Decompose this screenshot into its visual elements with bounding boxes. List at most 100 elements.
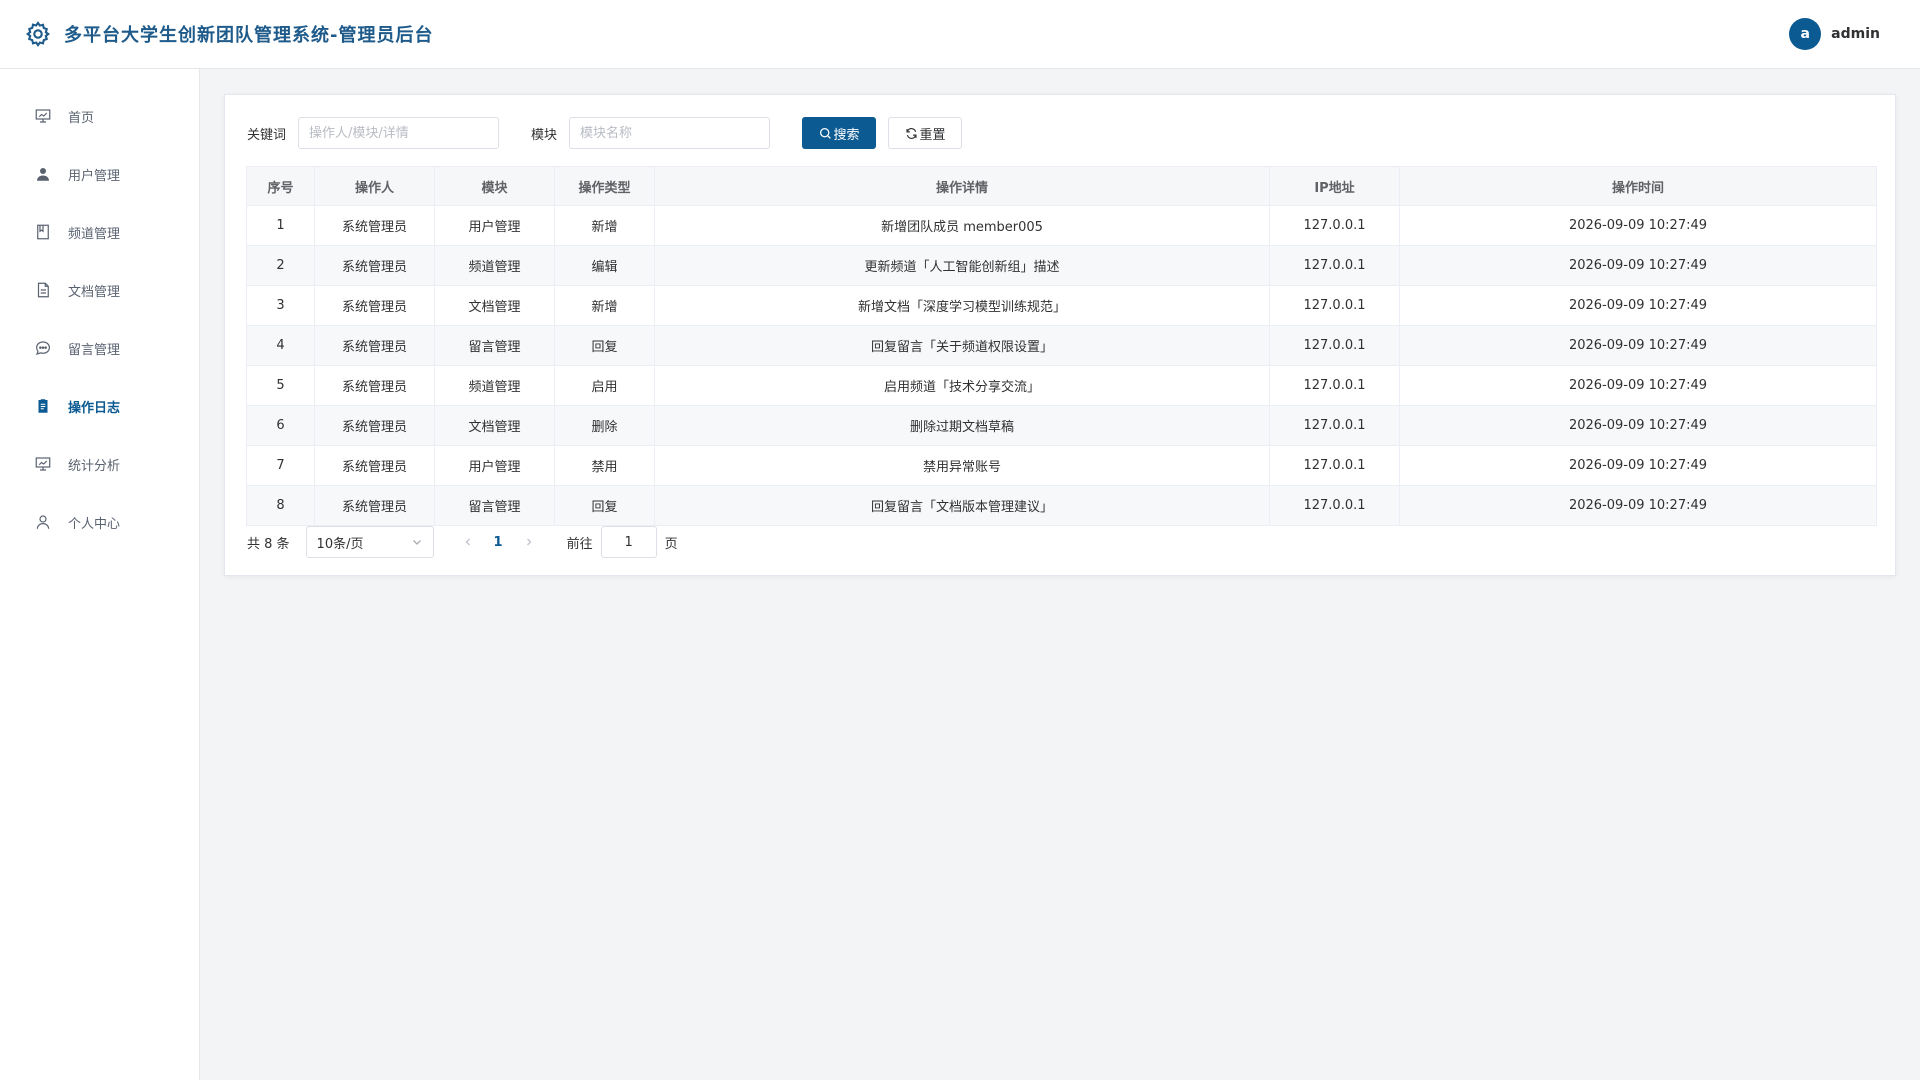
column-header-action-type[interactable]: 操作类型 — [554, 166, 655, 206]
cell-operator: 系统管理员 — [314, 445, 435, 486]
sidebar-item-label: 用户管理 — [68, 168, 121, 184]
table-row[interactable]: 6 系统管理员 文档管理 删除 删除过期文档草稿 127.0.0.1 2026-… — [246, 405, 1877, 446]
cell-operator: 系统管理员 — [314, 205, 435, 246]
sidebar-item-profile[interactable]: 个人中心 — [0, 493, 199, 551]
sidebar-item-label: 频道管理 — [68, 226, 121, 242]
column-header-module[interactable]: 模块 — [434, 166, 555, 206]
column-header-index[interactable]: 序号 — [246, 166, 315, 206]
cell-action-type: 禁用 — [554, 445, 655, 486]
cell-index: 8 — [246, 485, 315, 526]
table-row[interactable]: 3 系统管理员 文档管理 新增 新增文档「深度学习模型训练规范」 127.0.0… — [246, 285, 1877, 326]
search-button[interactable]: 搜索 — [802, 117, 877, 149]
cell-time: 2026-09-09 10:27:49 — [1399, 205, 1877, 246]
cell-index: 4 — [246, 325, 315, 366]
table-row[interactable]: 5 系统管理员 频道管理 启用 启用频道「技术分享交流」 127.0.0.1 2… — [246, 365, 1877, 406]
log-icon — [38, 399, 48, 413]
table-row[interactable]: 2 系统管理员 频道管理 编辑 更新频道「人工智能创新组」描述 127.0.0.… — [246, 245, 1877, 286]
module-label: 模块 — [531, 127, 558, 143]
cell-ip: 127.0.0.1 — [1269, 365, 1400, 406]
cell-operator: 系统管理员 — [314, 365, 435, 406]
cell-detail: 删除过期文档草稿 — [654, 405, 1270, 446]
cell-time: 2026-09-09 10:27:49 — [1399, 245, 1877, 286]
cell-index: 5 — [246, 365, 315, 406]
table-header-row: 序号 操作人 模块 操作类型 操作详情 IP地址 操作时间 — [246, 166, 1877, 206]
cell-action-type: 回复 — [554, 325, 655, 366]
document-icon — [37, 282, 49, 298]
cell-module: 留言管理 — [434, 485, 555, 526]
prev-page-button[interactable] — [460, 534, 476, 550]
avatar[interactable]: a — [1789, 18, 1822, 50]
reset-button[interactable]: 重置 — [888, 117, 963, 149]
cell-detail: 回复留言「关于频道权限设置」 — [654, 325, 1270, 366]
sidebar-item-users[interactable]: 用户管理 — [0, 145, 199, 203]
chevron-left-icon — [465, 538, 470, 546]
sidebar-item-label: 统计分析 — [68, 458, 121, 474]
sidebar-item-channels[interactable]: 频道管理 — [0, 203, 199, 261]
page-unit-label: 页 — [664, 536, 678, 552]
cell-action-type: 新增 — [554, 285, 655, 326]
keyword-label: 关键词 — [247, 127, 287, 143]
sidebar-item-statistics[interactable]: 统计分析 — [0, 435, 199, 493]
sidebar-item-logs[interactable]: 操作日志 — [0, 377, 199, 435]
cell-action-type: 编辑 — [554, 245, 655, 286]
cell-operator: 系统管理员 — [314, 325, 435, 366]
cell-index: 1 — [246, 205, 315, 246]
cell-time: 2026-09-09 10:27:49 — [1399, 365, 1877, 406]
sidebar-item-documents[interactable]: 文档管理 — [0, 261, 199, 319]
sidebar-item-label: 首页 — [68, 110, 95, 126]
cell-index: 7 — [246, 445, 315, 486]
cell-action-type: 新增 — [554, 205, 655, 246]
cell-ip: 127.0.0.1 — [1269, 405, 1400, 446]
chevron-right-icon — [526, 538, 532, 546]
table-row[interactable]: 1 系统管理员 用户管理 新增 新增团队成员 member005 127.0.0… — [246, 205, 1877, 246]
cell-time: 2026-09-09 10:27:49 — [1399, 325, 1877, 366]
column-header-time[interactable]: 操作时间 — [1399, 166, 1877, 206]
cell-action-type: 回复 — [554, 485, 655, 526]
pagination: 共 8 条 10条/页 1 前往 页 — [247, 525, 678, 559]
cell-module: 频道管理 — [434, 245, 555, 286]
user-menu[interactable]: a admin — [1789, 18, 1880, 50]
sidebar-item-label: 文档管理 — [68, 284, 121, 300]
sidebar-item-messages[interactable]: 留言管理 — [0, 319, 199, 377]
log-card: 关键词 模块 搜索 重置 序号 操作人 模块 操作类型 操作详情 IP地址 操作… — [224, 94, 1896, 576]
cell-operator: 系统管理员 — [314, 485, 435, 526]
sidebar-item-label: 操作日志 — [68, 400, 121, 416]
goto-label: 前往 — [566, 536, 593, 552]
cell-time: 2026-09-09 10:27:49 — [1399, 405, 1877, 446]
page-size-select[interactable]: 10条/页 — [305, 526, 434, 558]
table-row[interactable]: 7 系统管理员 用户管理 禁用 禁用异常账号 127.0.0.1 2026-09… — [246, 445, 1877, 486]
next-page-button[interactable] — [521, 534, 537, 550]
cell-index: 3 — [246, 285, 315, 326]
chart-icon — [35, 457, 51, 471]
cell-ip: 127.0.0.1 — [1269, 325, 1400, 366]
cell-operator: 系统管理员 — [314, 405, 435, 446]
cell-ip: 127.0.0.1 — [1269, 285, 1400, 326]
column-header-detail[interactable]: 操作详情 — [654, 166, 1270, 206]
filter-bar: 关键词 模块 搜索 重置 — [247, 117, 963, 149]
module-input[interactable] — [569, 117, 771, 149]
total-count: 共 8 条 — [247, 536, 290, 552]
keyword-input[interactable] — [298, 117, 500, 149]
gear-icon — [26, 21, 51, 47]
goto-page-input[interactable] — [600, 526, 657, 558]
username[interactable]: admin — [1831, 26, 1880, 42]
cell-operator: 系统管理员 — [314, 245, 435, 286]
table-row[interactable]: 8 系统管理员 留言管理 回复 回复留言「文档版本管理建议」 127.0.0.1… — [246, 485, 1877, 526]
cell-module: 文档管理 — [434, 405, 555, 446]
column-header-operator[interactable]: 操作人 — [314, 166, 435, 206]
column-header-ip[interactable]: IP地址 — [1269, 166, 1400, 206]
cell-module: 频道管理 — [434, 365, 555, 406]
sidebar-item-home[interactable]: 首页 — [0, 87, 199, 145]
sidebar: 首页 用户管理 频道管理 文档管理 留言管理 操作日志 统计分析 个人中心 — [0, 69, 200, 1080]
cell-detail: 新增文档「深度学习模型训练规范」 — [654, 285, 1270, 326]
chevron-down-icon — [412, 540, 421, 545]
cell-operator: 系统管理员 — [314, 285, 435, 326]
cell-index: 2 — [246, 245, 315, 286]
search-button-label: 搜索 — [833, 127, 860, 143]
reset-button-label: 重置 — [919, 127, 946, 143]
cell-ip: 127.0.0.1 — [1269, 445, 1400, 486]
page-number-1[interactable]: 1 — [494, 535, 503, 550]
cell-module: 用户管理 — [434, 445, 555, 486]
table-row[interactable]: 4 系统管理员 留言管理 回复 回复留言「关于频道权限设置」 127.0.0.1… — [246, 325, 1877, 366]
search-icon — [819, 127, 831, 139]
